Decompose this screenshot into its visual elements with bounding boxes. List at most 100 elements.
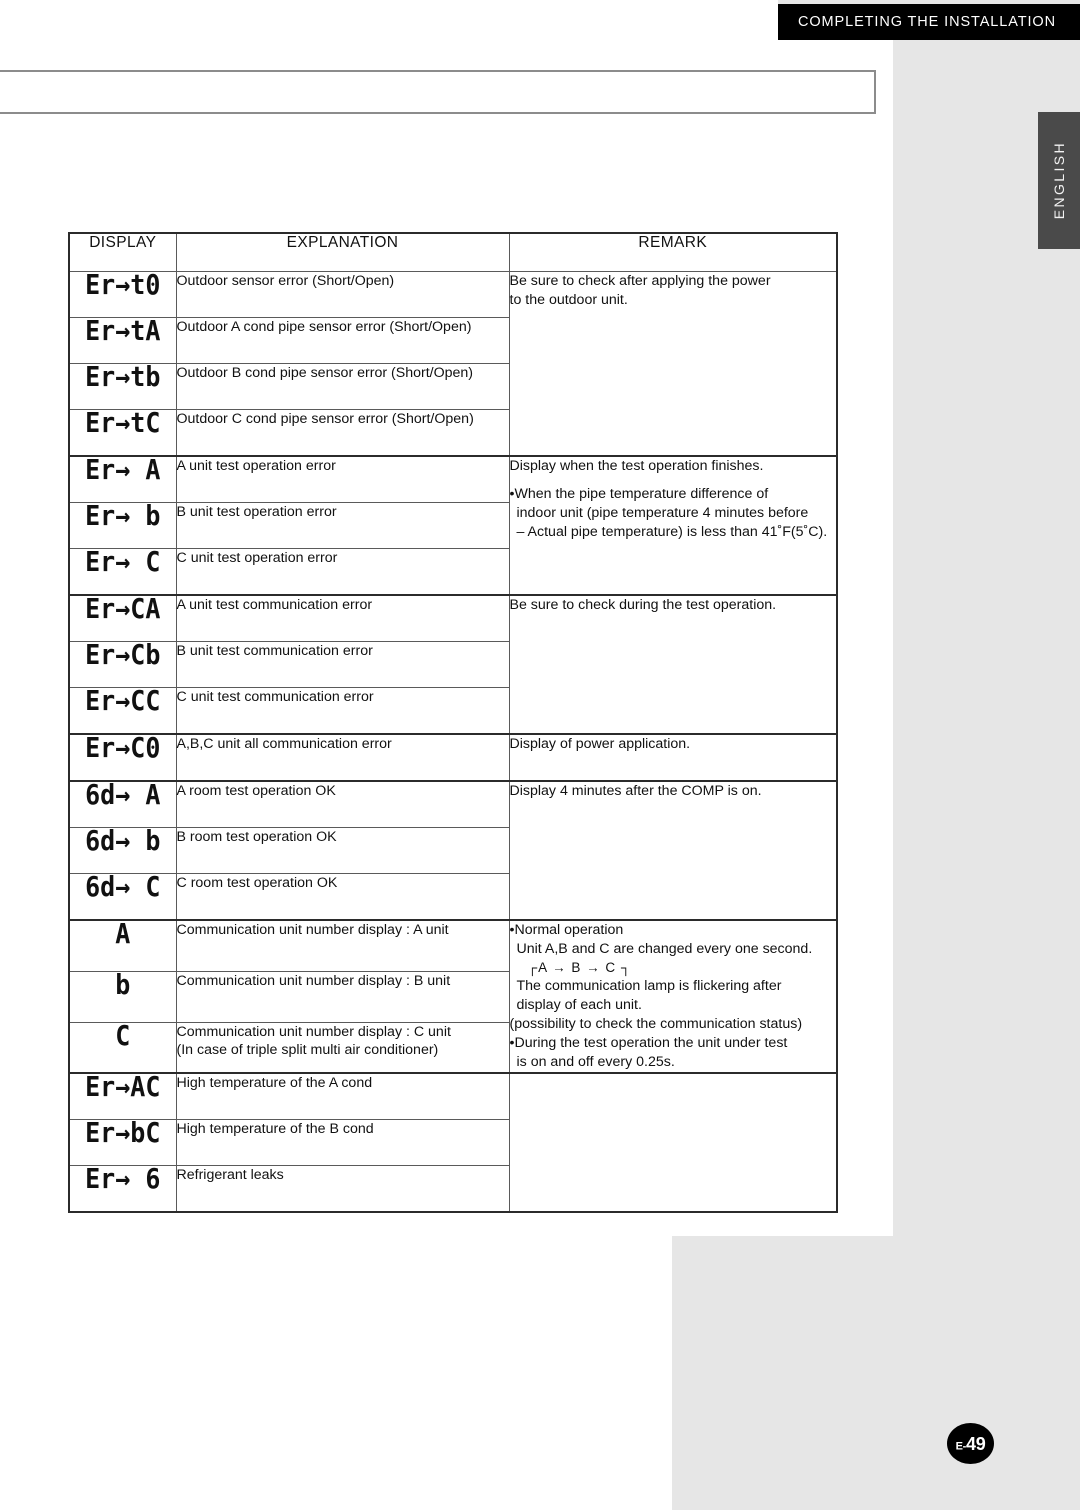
remark-cell-group-6: •Normal operation Unit A,B and C are cha… [508, 918, 838, 1074]
column-header-explanation: EXPLANATION [175, 232, 510, 272]
language-tab-label: ENGLISH [1051, 141, 1067, 220]
explanation-line: Communication unit number display : C un… [176, 1023, 451, 1040]
display-code-cell: Er→ 6 [68, 1162, 177, 1214]
table-row: A Communication unit number display : A … [68, 918, 838, 1074]
explanation-cell: High temperature of the B cond [175, 1119, 510, 1167]
seven-segment-display: Er→C0 [85, 731, 161, 764]
remark-line: The communication lamp is flickering aft… [516, 978, 782, 995]
explanation-cell: Communication unit number display : A un… [175, 918, 510, 972]
explanation-cell: A unit test communication error [175, 594, 510, 642]
seven-segment-display: Er→tC [85, 406, 161, 439]
seven-segment-display: Er→t0 [85, 268, 161, 301]
seven-segment-display: Er→ C [85, 545, 161, 578]
remark-line: (possibility to check the communication … [509, 1016, 803, 1033]
remark-line: Display 4 minutes after the COMP is on. [509, 783, 762, 799]
remark-line: •Normal operation [509, 922, 624, 938]
seven-segment-display: b [115, 968, 131, 1001]
page-number-text: E-49 [956, 1435, 986, 1453]
display-code-cell: 6d→ A [68, 778, 177, 828]
explanation-cell: A unit test operation error [175, 455, 510, 503]
display-code-cell: b [68, 968, 177, 1023]
explanation-cell: B room test operation OK [175, 827, 510, 874]
remark-line: indoor unit (pipe temperature 4 minutes … [516, 505, 809, 522]
remark-cell-group-3: Be sure to check during the test operati… [508, 594, 838, 735]
remark-cell-group-7 [508, 1072, 838, 1214]
seven-segment-display: Er→AC [85, 1070, 161, 1104]
seven-segment-display: Er→CC [85, 684, 161, 717]
page-background-gray-bottom [672, 1236, 1080, 1510]
display-code-cell: Er→tC [68, 406, 177, 457]
error-code-table: DISPLAY EXPLANATION REMARK Er→t0 Outdoor… [68, 232, 838, 1214]
display-code-cell: C [68, 1018, 177, 1074]
remark-line: •During the test operation the unit unde… [509, 1035, 788, 1052]
seven-segment-display: Er→tb [85, 360, 161, 393]
display-code-cell: Er→AC [68, 1070, 177, 1121]
display-code-cell: 6d→ b [68, 824, 177, 874]
page-number-badge: E-49 [947, 1423, 994, 1464]
explanation-cell: Communication unit number display : B un… [175, 970, 510, 1023]
table-row: Er→t0 Outdoor sensor error (Short/Open) … [68, 268, 838, 457]
seven-segment-display: 6d→ A [85, 778, 161, 811]
explanation-cell: Communication unit number display : C un… [175, 1021, 510, 1074]
display-code-cell: Er→bC [68, 1116, 177, 1167]
display-code-cell: Er→tA [68, 314, 177, 364]
page-number-value: 49 [965, 1433, 986, 1454]
seven-segment-display: Er→ A [85, 453, 161, 486]
explanation-cell: A,B,C unit all communication error [175, 733, 510, 782]
explanation-cell: B unit test communication error [175, 641, 510, 688]
remark-line: Be sure to check after applying the powe… [509, 273, 771, 289]
remark-cell-group-2: Display when the test operation finishes… [508, 455, 838, 596]
explanation-line-secondary: (In case of triple split multi air condi… [176, 1042, 439, 1059]
explanation-cell: High temperature of the A cond [175, 1072, 510, 1121]
remark-cell-group-4: Display of power application. [508, 733, 838, 782]
page-header-white [0, 0, 778, 40]
remark-line: Be sure to check during the test operati… [509, 597, 777, 613]
seven-segment-display: 6d→ C [85, 870, 161, 903]
running-head-title: COMPLETING THE INSTALLATION [798, 14, 1056, 30]
display-code-cell: Er→ C [68, 545, 177, 596]
display-code-cell: A [68, 918, 177, 972]
display-code-cell: 6d→ C [68, 870, 177, 921]
display-code-cell: Er→C0 [68, 731, 177, 782]
display-code-cell: Er→t0 [68, 268, 177, 318]
explanation-cell: A room test operation OK [175, 780, 510, 828]
seven-segment-display: Er→bC [85, 1116, 161, 1150]
table-row: Er→ A A unit test operation error Displa… [68, 453, 838, 596]
section-title-box [0, 70, 876, 114]
seven-segment-display: Er→ 6 [85, 1162, 161, 1196]
display-code-cell: Er→ b [68, 499, 177, 549]
table-row: Er→CA A unit test communication error Be… [68, 594, 838, 735]
remark-line: Display of power application. [509, 736, 691, 752]
page-number-prefix: E- [955, 1440, 967, 1452]
remark-line: Unit A,B and C are changed every one sec… [516, 941, 813, 958]
remark-cell-group-5: Display 4 minutes after the COMP is on. [508, 780, 838, 921]
remark-line: Display when the test operation finishes… [509, 458, 764, 474]
remark-line: to the outdoor unit. [509, 292, 628, 309]
seven-segment-display: Er→tA [85, 314, 161, 347]
running-head-banner: COMPLETING THE INSTALLATION [778, 4, 1080, 40]
seven-segment-display: Er→ b [85, 499, 161, 532]
seven-segment-display: Er→Cb [85, 638, 161, 671]
explanation-cell: Refrigerant leaks [175, 1165, 510, 1214]
table-row: Er→AC High temperature of the A cond [68, 1070, 838, 1214]
table-header-row: DISPLAY EXPLANATION REMARK [68, 232, 838, 272]
remark-line: – Actual pipe temperature) is less than … [516, 524, 828, 541]
seven-segment-display: C [115, 1018, 131, 1052]
column-header-display: DISPLAY [68, 232, 177, 272]
table-row: 6d→ A A room test operation OK Display 4… [68, 778, 838, 921]
explanation-cell: Outdoor A cond pipe sensor error (Short/… [175, 317, 510, 364]
remark-line: •When the pipe temperature difference of [509, 486, 769, 503]
explanation-cell: C unit test communication error [175, 687, 510, 735]
remark-line: is on and off every 0.25s. [516, 1054, 675, 1071]
column-header-remark: REMARK [508, 232, 838, 272]
display-code-cell: Er→tb [68, 360, 177, 410]
display-code-cell: Er→Cb [68, 638, 177, 688]
remark-line: display of each unit. [516, 997, 642, 1014]
page-footer-white [0, 1236, 672, 1510]
display-code-cell: Er→CC [68, 684, 177, 735]
table-row: Er→C0 A,B,C unit all communication error… [68, 731, 838, 782]
language-tab-english: ENGLISH [1038, 112, 1080, 249]
seven-segment-display: 6d→ b [85, 824, 161, 857]
display-code-cell: Er→CA [68, 594, 177, 642]
explanation-cell: B unit test operation error [175, 502, 510, 549]
